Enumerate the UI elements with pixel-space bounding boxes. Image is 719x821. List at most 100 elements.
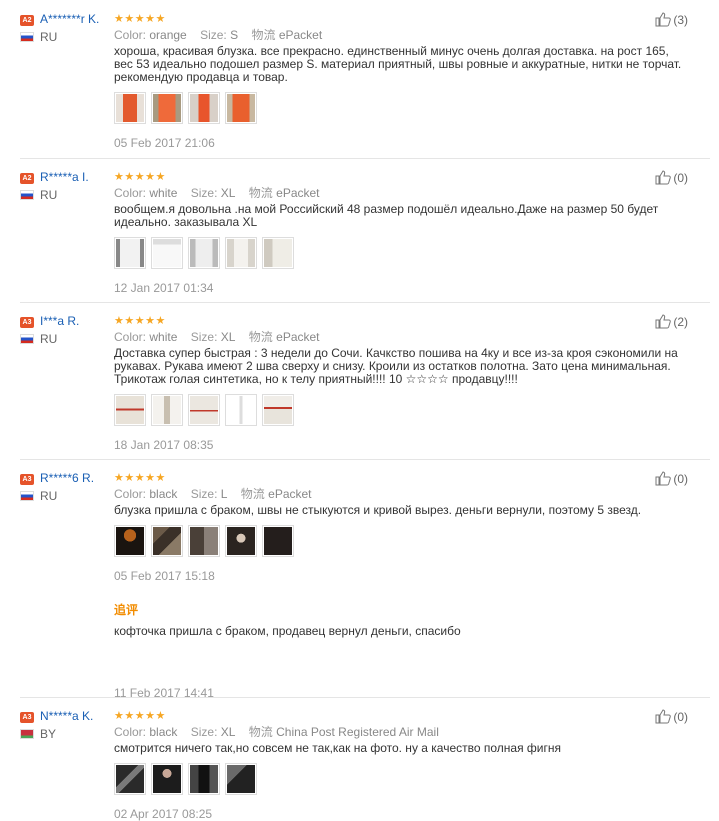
additional-review-text: кофточка пришла с браком, продавец верну… — [114, 624, 461, 638]
country-code: RU — [40, 332, 58, 346]
review-photo[interactable] — [225, 92, 257, 124]
color-value: black — [149, 487, 178, 501]
rating-stars: ★★★★★ — [114, 472, 166, 484]
review-photo[interactable] — [114, 525, 146, 557]
shipping-label: 物流 — [248, 725, 273, 739]
review-text: хороша, красивая блузка. все прекрасно. … — [114, 44, 682, 84]
reviewer-name-text[interactable]: I***a R. — [40, 314, 79, 328]
review-photo[interactable] — [188, 92, 220, 124]
divider — [20, 459, 710, 460]
review-content: ★★★★★ Color: black Size: L 物流 ePacket бл… — [114, 471, 689, 700]
country-code: BY — [40, 727, 57, 741]
review-text: блузка пришла с браком, швы не стыкуются… — [114, 503, 642, 517]
review-photo[interactable] — [262, 525, 294, 557]
review-photo[interactable] — [114, 763, 146, 795]
rating-stars: ★★★★★ — [114, 710, 166, 722]
reviewer-info: A3 N*****a K. BY — [20, 709, 104, 741]
russia-flag-icon — [20, 491, 34, 501]
review-date: 12 Jan 2017 01:34 — [114, 281, 214, 295]
reviewer-name-text[interactable]: R*****a I. — [40, 170, 89, 184]
rating-stars: ★★★★★ — [114, 315, 166, 327]
review-photo[interactable] — [225, 525, 257, 557]
review-meta: Color: white Size: XL 物流 ePacket — [114, 185, 689, 201]
reviewer-info: A2 A*******r K. RU — [20, 12, 104, 44]
review-photos — [114, 92, 689, 124]
country-code: RU — [40, 489, 58, 503]
shipping-label: 物流 — [251, 28, 276, 42]
reviewer-name[interactable]: A3 I***a R. — [20, 314, 104, 328]
reviewer-name-text[interactable]: A*******r K. — [40, 12, 99, 26]
color-label: Color: — [114, 725, 147, 739]
shipping-value: ePacket — [268, 487, 312, 501]
reviewer-info: A3 R*****6 R. RU — [20, 471, 104, 503]
review-text: смотрится ничего так,но совсем не так,ка… — [114, 741, 561, 755]
color-label: Color: — [114, 186, 147, 200]
review-photo[interactable] — [114, 92, 146, 124]
reviewer-country: RU — [20, 489, 104, 503]
review-photos — [114, 237, 689, 269]
review-date: 02 Apr 2017 08:25 — [114, 807, 213, 821]
review-date: 05 Feb 2017 21:06 — [114, 136, 215, 150]
review-date: 18 Jan 2017 08:35 — [114, 438, 214, 452]
size-value: S — [230, 28, 239, 42]
level-badge: A3 — [20, 317, 34, 328]
color-label: Color: — [114, 330, 147, 344]
review-photo[interactable] — [188, 237, 220, 269]
size-label: Size: — [190, 186, 218, 200]
review-photo[interactable] — [114, 394, 146, 426]
level-badge: A3 — [20, 712, 34, 723]
review-text: вообщем.я довольна .на мой Российский 48… — [114, 202, 659, 229]
review-meta: Color: black Size: XL 物流 China Post Regi… — [114, 724, 689, 740]
review-photo[interactable] — [151, 237, 183, 269]
reviewer-name[interactable]: A3 N*****a K. — [20, 709, 104, 723]
shipping-label: 物流 — [248, 186, 273, 200]
review-meta: Color: black Size: L 物流 ePacket — [114, 486, 689, 502]
review-photo[interactable] — [188, 763, 220, 795]
review-photo[interactable] — [114, 237, 146, 269]
review-photos — [114, 394, 689, 426]
shipping-value: ePacket — [278, 28, 323, 42]
review-photo[interactable] — [151, 394, 183, 426]
rating-stars: ★★★★★ — [114, 13, 166, 25]
review-photo[interactable] — [188, 394, 220, 426]
reviewer-name-text[interactable]: R*****6 R. — [40, 471, 94, 485]
review-photo[interactable] — [188, 525, 220, 557]
reviewer-name[interactable]: A2 R*****a I. — [20, 170, 104, 184]
additional-review-label: 追评 — [114, 603, 139, 617]
color-value: white — [149, 186, 178, 200]
reviewer-country: RU — [20, 188, 104, 202]
color-value: black — [149, 725, 178, 739]
size-label: Size: — [190, 725, 218, 739]
review-photo[interactable] — [225, 237, 257, 269]
reviewer-info: A2 R*****a I. RU — [20, 170, 104, 202]
review-photo[interactable] — [151, 763, 183, 795]
reviewer-name[interactable]: A2 A*******r K. — [20, 12, 104, 26]
review-content: ★★★★★ Color: white Size: XL 物流 ePacket в… — [114, 170, 689, 295]
review-photo[interactable] — [262, 394, 294, 426]
review-date: 05 Feb 2017 15:18 — [114, 569, 215, 583]
review-content: ★★★★★ Color: black Size: XL 物流 China Pos… — [114, 709, 689, 821]
size-value: XL — [220, 186, 236, 200]
belarus-flag-icon — [20, 729, 34, 739]
reviewer-country: BY — [20, 727, 104, 741]
shipping-label: 物流 — [240, 487, 265, 501]
reviewer-info: A3 I***a R. RU — [20, 314, 104, 346]
divider — [20, 697, 710, 698]
size-label: Size: — [190, 330, 218, 344]
russia-flag-icon — [20, 190, 34, 200]
review-content: ★★★★★ Color: white Size: XL 物流 ePacket Д… — [114, 314, 689, 452]
review-photo[interactable] — [151, 525, 183, 557]
reviewer-name[interactable]: A3 R*****6 R. — [20, 471, 104, 485]
review-photo[interactable] — [151, 92, 183, 124]
level-badge: A3 — [20, 474, 34, 485]
divider — [20, 302, 710, 303]
review-photo[interactable] — [225, 394, 257, 426]
reviewer-name-text[interactable]: N*****a K. — [40, 709, 93, 723]
color-label: Color: — [114, 487, 147, 501]
size-value: XL — [220, 725, 236, 739]
country-code: RU — [40, 30, 58, 44]
review-photo[interactable] — [225, 763, 257, 795]
color-label: Color: — [114, 28, 147, 42]
review-photos — [114, 763, 689, 795]
review-photo[interactable] — [262, 237, 294, 269]
